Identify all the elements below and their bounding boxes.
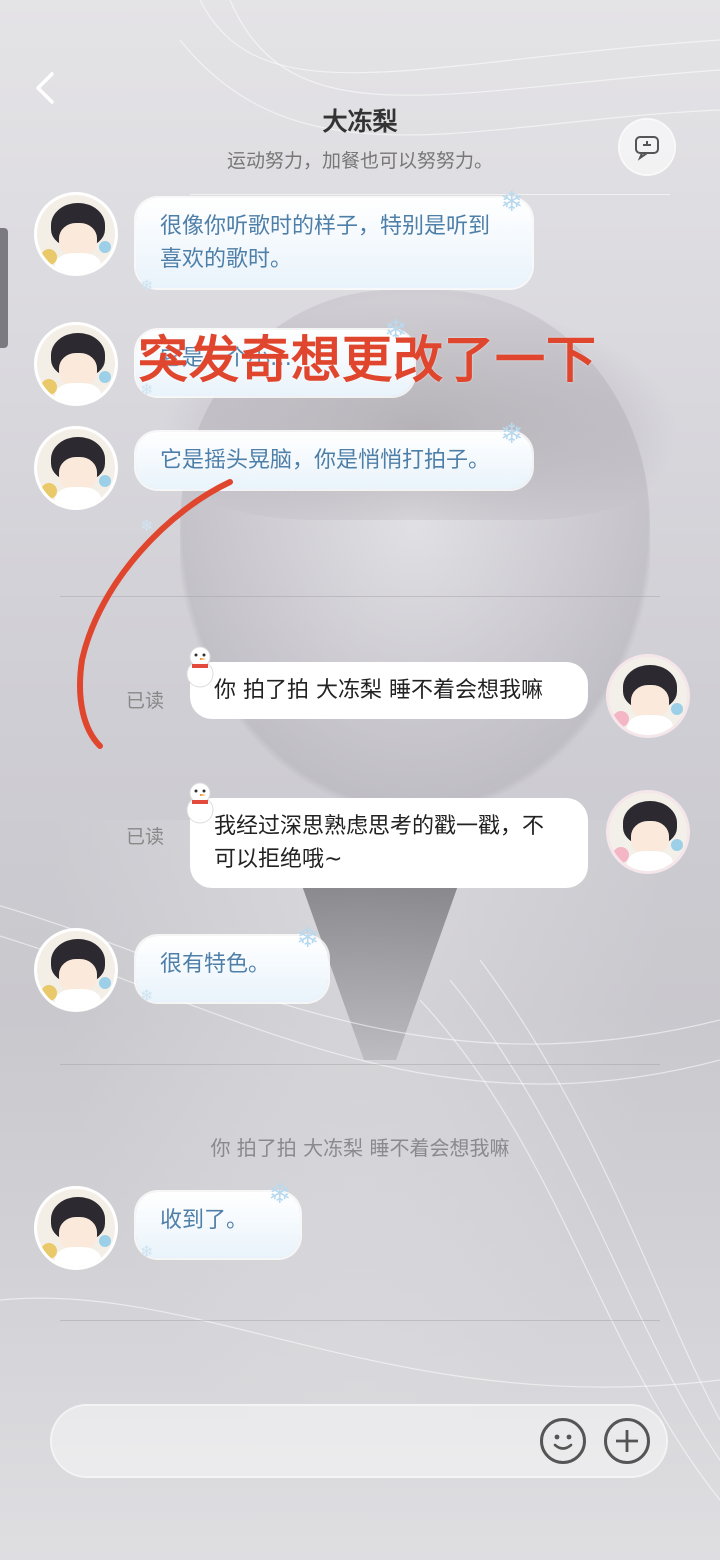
page-title: 大冻梨 — [322, 107, 398, 136]
time-divider — [60, 1064, 660, 1065]
avatar[interactable] — [34, 928, 118, 1012]
speech-bubble-icon[interactable] — [620, 120, 674, 174]
system-notice: 你 拍了拍 大冻梨 睡不着会想我嘛 — [210, 1136, 510, 1160]
message-input-bar — [52, 1406, 666, 1476]
message-bubble-incoming[interactable]: 很像你听歌时的样子，特别是听到喜欢的歌时。 — [136, 198, 532, 288]
snowflake-icon: ❄ — [268, 1177, 292, 1210]
time-divider — [60, 1320, 660, 1321]
snowman-icon — [180, 778, 220, 826]
snowflake-icon: ❄ — [500, 417, 524, 450]
avatar[interactable] — [34, 1186, 118, 1270]
chevron-left-icon[interactable] — [30, 70, 66, 106]
annotation-text: 突发奇想更改了一下 — [138, 331, 597, 389]
avatar-self[interactable] — [606, 790, 690, 874]
avatar[interactable] — [34, 192, 118, 276]
message-input[interactable] — [76, 1420, 520, 1464]
avatar-self[interactable] — [606, 654, 690, 738]
snowflake-icon: ❄ — [140, 276, 154, 295]
annotation-scribble — [77, 479, 233, 749]
header-divider — [190, 194, 670, 195]
avatar[interactable] — [34, 322, 118, 406]
plus-icon[interactable] — [604, 1418, 650, 1464]
message-bubble-outgoing[interactable]: 我经过深思熟虑思考的戳一戳，不可以拒绝哦~ — [190, 798, 588, 888]
read-status: 已读 — [126, 826, 165, 848]
snowflake-icon: ❄ — [500, 185, 524, 218]
snowflake-icon: ❄ — [140, 1242, 154, 1261]
snowflake-icon: ❄ — [140, 986, 154, 1005]
side-drawer-handle[interactable] — [0, 228, 8, 348]
smiley-icon[interactable] — [540, 1418, 586, 1464]
snowflake-icon: ❄ — [296, 921, 320, 954]
page-subtitle: 运动努力，加餐也可以努努力。 — [226, 150, 493, 172]
